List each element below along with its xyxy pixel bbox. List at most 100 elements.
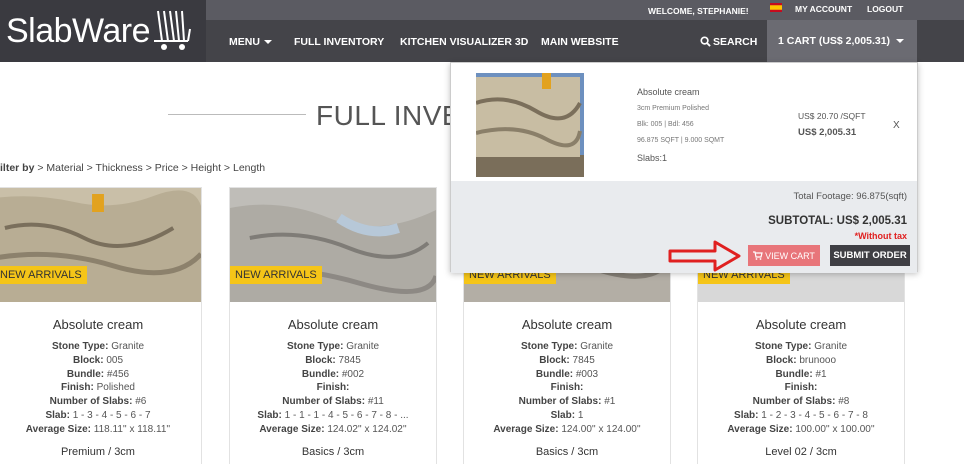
nav-main-website[interactable]: MAIN WEBSITE xyxy=(541,36,619,48)
product-name[interactable]: Absolute cream xyxy=(0,317,201,332)
granite-slab-image xyxy=(476,73,584,177)
title-divider xyxy=(168,114,306,115)
stone-type-value: Granite xyxy=(580,341,614,352)
slab-value: 1 - 3 - 4 - 5 - 6 - 7 xyxy=(72,409,151,421)
prop-label: Average Size: xyxy=(25,423,92,435)
prop-label: Block: xyxy=(72,354,104,366)
view-cart-label: VIEW CART xyxy=(765,250,815,261)
bundle-value: #456 xyxy=(106,368,130,380)
product-card[interactable]: NEW ARRIVALS Absolute cream Stone Type: … xyxy=(0,187,202,464)
product-name[interactable]: Absolute cream xyxy=(230,317,436,332)
block-value: 7845 xyxy=(572,354,595,366)
nav-full-inventory[interactable]: FULL INVENTORY xyxy=(294,36,384,48)
filter-material[interactable]: > Material xyxy=(34,162,83,174)
finish-value: Polished xyxy=(96,382,135,394)
slab-value: 1 - 2 - 3 - 4 - 5 - 6 - 7 - 8 xyxy=(761,409,868,421)
stone-type-value: Granite xyxy=(111,341,145,352)
bundle-value: #003 xyxy=(575,368,599,380)
cart-item: Absolute cream 3cm Premium Polished Blk:… xyxy=(451,63,917,181)
prop-label: Bundle: xyxy=(775,368,813,380)
logo-text: SlabWare xyxy=(6,11,151,50)
nav-menu[interactable]: MENU xyxy=(229,36,272,48)
prop-label: Block: xyxy=(539,354,570,366)
prop-label: Bundle: xyxy=(66,368,105,380)
cart-icon xyxy=(753,251,763,260)
cart-label: 1 CART (US$ 2,005.31) xyxy=(778,35,891,47)
cart-item-block: Blk: 005 | Bdl: 456 xyxy=(637,121,694,128)
submit-order-button[interactable]: SUBMIT ORDER xyxy=(830,245,910,266)
prop-label: Slab: xyxy=(257,409,282,421)
remove-item-button[interactable]: X xyxy=(893,120,900,131)
price-level: Basics / 3cm xyxy=(535,446,599,458)
prop-label: Block: xyxy=(305,354,336,366)
filter-length[interactable]: > Length xyxy=(221,162,265,174)
product-properties: Stone Type: Granite Block: brunooo Bundl… xyxy=(698,340,904,437)
filter-height[interactable]: > Height xyxy=(179,162,221,174)
view-cart-button[interactable]: VIEW CART xyxy=(748,245,820,266)
slab-value: 1 xyxy=(577,409,584,421)
prop-label: Slab: xyxy=(45,409,70,421)
prop-label: Stone Type: xyxy=(520,341,578,352)
cart-item-size: 96.875 SQFT | 9.000 SQMT xyxy=(637,137,725,144)
cart-item-slabs: Slabs:1 xyxy=(637,153,668,163)
prop-label: Stone Type: xyxy=(51,341,109,352)
chevron-down-icon xyxy=(896,39,905,43)
product-image[interactable] xyxy=(0,188,201,302)
product-name[interactable]: Absolute cream xyxy=(464,317,670,332)
block-value: 005 xyxy=(106,354,124,366)
logout-link[interactable]: LOGOUT xyxy=(867,4,903,14)
cart-item-finish: 3cm Premium Polished xyxy=(637,105,709,112)
product-image[interactable] xyxy=(230,188,436,302)
num-slabs-value: #11 xyxy=(367,396,384,408)
search-icon xyxy=(700,36,711,47)
new-arrivals-badge: NEW ARRIVALS xyxy=(0,266,87,284)
prop-label: Stone Type: xyxy=(754,341,812,352)
product-properties: Stone Type: Granite Block: 7845 Bundle: … xyxy=(230,340,436,437)
my-account-link[interactable]: MY ACCOUNT xyxy=(795,4,852,14)
total-footage: Total Footage: 96.875(sqft) xyxy=(793,191,907,202)
product-card[interactable]: NEW ARRIVALS Absolute cream Stone Type: … xyxy=(229,187,437,464)
avg-size-value: 124.00'' x 124.00'' xyxy=(561,423,641,435)
prop-label: Number of Slabs: xyxy=(518,396,602,408)
subtotal: SUBTOTAL: US$ 2,005.31 xyxy=(768,215,907,227)
cart-item-image[interactable] xyxy=(476,73,584,177)
avg-size-value: 118.11'' x 118.11'' xyxy=(93,423,171,435)
cart-item-unit-price: US$ 20.70 /SQFT xyxy=(798,111,866,121)
prop-label: Stone Type: xyxy=(286,341,344,352)
cart-item-name[interactable]: Absolute cream xyxy=(637,87,700,97)
block-value: 7845 xyxy=(338,354,361,366)
block-value: brunooo xyxy=(799,354,837,366)
chevron-down-icon xyxy=(263,40,272,45)
filter-thickness[interactable]: > Thickness xyxy=(84,162,143,174)
prop-label: Bundle: xyxy=(301,368,340,380)
num-slabs-value: #6 xyxy=(135,396,147,408)
prop-label: Average Size: xyxy=(259,423,325,435)
product-name[interactable]: Absolute cream xyxy=(698,317,904,332)
price-level: Premium / 3cm xyxy=(61,446,135,458)
prop-label: Number of Slabs: xyxy=(282,396,366,408)
prop-label: Slab: xyxy=(550,409,576,421)
nav-search[interactable]: SEARCH xyxy=(700,36,757,48)
price-level: Level 02 / 3cm xyxy=(765,446,837,458)
prop-label: Number of Slabs: xyxy=(752,396,836,408)
spain-flag-icon[interactable] xyxy=(770,3,782,12)
avg-size-value: 100.00'' x 100.00'' xyxy=(795,423,875,435)
prop-label: Finish: xyxy=(61,382,94,394)
bundle-value: #1 xyxy=(815,368,827,380)
num-slabs-value: #1 xyxy=(604,396,616,408)
welcome-text: WELCOME, STEPHANIE! xyxy=(648,6,749,16)
logo[interactable]: SlabWare xyxy=(0,0,206,62)
granite-slab-image xyxy=(230,188,436,302)
cart-button[interactable]: 1 CART (US$ 2,005.31) xyxy=(767,20,917,62)
filter-price[interactable]: > Price xyxy=(143,162,179,174)
prop-label: Finish: xyxy=(316,382,350,394)
prop-label: Finish: xyxy=(550,382,584,394)
nav-kitchen-visualizer[interactable]: KITCHEN VISUALIZER 3D xyxy=(400,36,528,48)
stone-type-value: Granite xyxy=(346,341,380,352)
prop-label: Number of Slabs: xyxy=(49,396,133,408)
nav-search-label: SEARCH xyxy=(713,36,758,48)
new-arrivals-badge: NEW ARRIVALS xyxy=(230,266,322,284)
prop-label: Average Size: xyxy=(727,423,793,435)
product-properties: Stone Type: Granite Block: 005 Bundle: #… xyxy=(0,340,201,437)
prop-label: Average Size: xyxy=(493,423,559,435)
